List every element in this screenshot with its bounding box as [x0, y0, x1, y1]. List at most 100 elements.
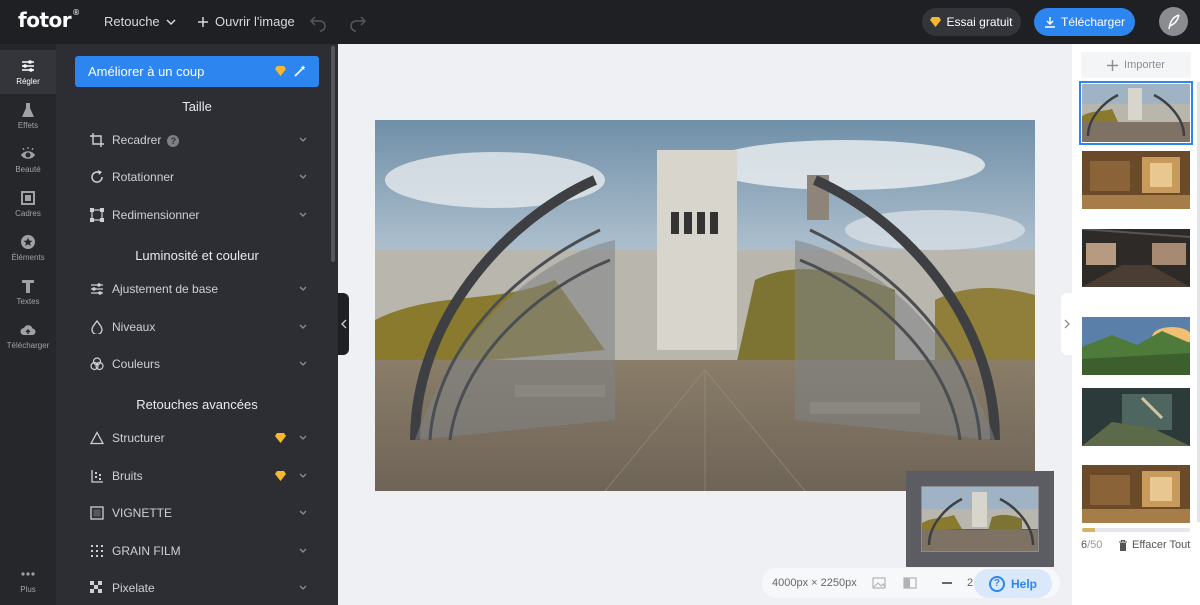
thumbnail-ruins-arches	[1082, 84, 1190, 142]
tool-ajustement-de-base[interactable]: Ajustement de base	[56, 271, 326, 307]
section-title-taille: Taille	[182, 99, 212, 114]
tool-label: Couleurs	[112, 357, 161, 371]
tool-recadrer[interactable]: Recadrer?	[56, 122, 326, 158]
storage-progress-fill	[1082, 528, 1095, 532]
image-icon[interactable]	[872, 576, 886, 590]
chevron-left-icon	[340, 319, 346, 329]
adjust-panel: Améliorer à un coup Taille Recadrer? Rot…	[56, 44, 338, 605]
tool-redimensionner[interactable]: Redimensionner	[56, 197, 326, 233]
chevron-down-icon	[299, 473, 307, 478]
chevron-down-icon	[299, 510, 307, 515]
rail-label: Textes	[16, 297, 40, 306]
tool-couleurs[interactable]: Couleurs	[56, 346, 326, 382]
tool-structurer[interactable]: Structurer	[56, 420, 326, 456]
tool-vignette[interactable]: VIGNETTE	[56, 495, 326, 531]
image-dimensions: 4000px × 2250px	[772, 577, 857, 589]
gallery-thumbnail[interactable]	[1082, 317, 1190, 375]
compare-icon[interactable]	[903, 576, 917, 590]
triangle-icon	[90, 431, 104, 445]
tool-bruits[interactable]: Bruits	[56, 458, 326, 494]
gallery-thumbnail[interactable]	[1082, 229, 1190, 287]
chevron-down-icon	[299, 548, 307, 553]
tool-pixelate[interactable]: Pixelate	[56, 570, 326, 605]
chevron-down-icon	[299, 324, 307, 329]
star-icon	[21, 235, 35, 249]
download-button[interactable]: Télécharger	[1034, 8, 1135, 36]
one-tap-enhance-button[interactable]: Améliorer à un coup	[75, 56, 319, 87]
plus-icon	[1107, 59, 1119, 71]
diamond-icon	[930, 17, 942, 27]
help-button[interactable]: ? Help	[974, 569, 1052, 598]
chevron-down-icon	[299, 361, 307, 366]
help-icon[interactable]: ?	[167, 135, 180, 147]
rail-item-plus[interactable]: Plus	[0, 558, 56, 602]
undo-icon[interactable]	[308, 12, 328, 32]
tool-grain-film[interactable]: GRAIN FILM	[56, 533, 326, 569]
logo-text: fotor	[18, 8, 72, 32]
tool-niveaux[interactable]: Niveaux	[56, 309, 326, 345]
rail-item-elements[interactable]: Éléments	[0, 226, 56, 270]
navigator-minimap[interactable]	[906, 471, 1054, 567]
chevron-down-icon	[299, 435, 307, 440]
noise-icon	[91, 470, 103, 483]
redo-icon[interactable]	[348, 12, 368, 32]
panel-scrollbar[interactable]	[331, 46, 335, 262]
rail-item-textes[interactable]: Textes	[0, 270, 56, 314]
tool-label: Structurer	[112, 431, 165, 445]
thumbnail-abandoned-room	[1082, 151, 1190, 209]
rail-item-regler[interactable]: Régler	[0, 50, 56, 94]
rail-item-beaute[interactable]: Beauté	[0, 138, 56, 182]
free-trial-button[interactable]: Essai gratuit	[922, 8, 1021, 36]
clear-all-button[interactable]: Effacer Tout	[1118, 539, 1190, 551]
gallery-thumbnail[interactable]	[1079, 81, 1193, 145]
zoom-level: 2	[967, 577, 974, 589]
photo-ruins-arches	[375, 120, 1035, 491]
fotor-logo[interactable]: fotor®	[18, 8, 80, 32]
section-title-retouches: Retouches avancées	[136, 397, 258, 412]
avatar[interactable]	[1159, 7, 1188, 36]
collapse-panel-button[interactable]	[338, 293, 349, 355]
mode-dropdown[interactable]: Retouche	[104, 14, 176, 29]
diamond-icon	[275, 66, 286, 76]
gallery-thumbnail[interactable]	[1082, 465, 1190, 523]
gallery-thumbnail[interactable]	[1082, 151, 1190, 209]
open-image-button[interactable]: Ouvrir l'image	[197, 14, 295, 29]
rail-item-telecharger[interactable]: Télécharger	[0, 314, 56, 358]
thumbnail-dark-interior	[1082, 229, 1190, 287]
more-icon	[21, 572, 35, 576]
rail-label: Cadres	[15, 209, 41, 218]
tool-label: Recadrer?	[112, 133, 180, 147]
eye-icon	[21, 147, 35, 159]
thumbnail-abandoned-room-2	[1082, 465, 1190, 523]
tool-label: Redimensionner	[112, 208, 200, 222]
rail-item-effets[interactable]: Effets	[0, 94, 56, 138]
navigator-thumbnail	[921, 486, 1039, 552]
tool-rotationner[interactable]: Rotationner	[56, 159, 326, 195]
zoom-out-icon[interactable]	[940, 576, 954, 590]
top-bar: fotor® Retouche Ouvrir l'image Essai gra…	[0, 0, 1200, 44]
download-label: Télécharger	[1060, 15, 1126, 29]
tool-label-text: Recadrer	[112, 133, 162, 147]
magic-wand-icon	[294, 65, 306, 77]
edited-photo[interactable]	[375, 120, 1035, 491]
frame-icon	[21, 191, 35, 205]
open-image-label: Ouvrir l'image	[215, 14, 295, 29]
tool-label: GRAIN FILM	[112, 544, 181, 558]
rail-item-cadres[interactable]: Cadres	[0, 182, 56, 226]
image-gallery: Importer 6/50 Effacer Tout	[1072, 44, 1200, 605]
rail-label: Effets	[17, 121, 39, 130]
chevron-down-icon	[166, 18, 176, 25]
tool-label: Pixelate	[112, 581, 155, 595]
storage-progress	[1082, 528, 1190, 532]
one-tap-enhance-label: Améliorer à un coup	[88, 64, 205, 79]
chevron-down-icon	[299, 137, 307, 142]
import-button[interactable]: Importer	[1081, 52, 1191, 78]
logo-registered-mark: ®	[72, 8, 80, 18]
help-icon: ?	[988, 575, 1005, 592]
tool-label: Bruits	[112, 469, 143, 483]
import-label: Importer	[1124, 59, 1165, 71]
image-count: 6/50	[1081, 539, 1102, 551]
gallery-thumbnail[interactable]	[1082, 388, 1190, 446]
help-label: Help	[1010, 576, 1037, 591]
collapse-gallery-button[interactable]	[1061, 293, 1072, 355]
